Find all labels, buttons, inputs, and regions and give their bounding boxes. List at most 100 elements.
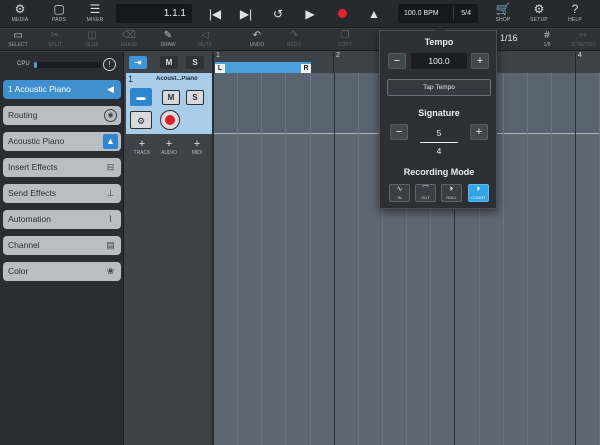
plus-icon: + — [165, 138, 173, 150]
cpu-bar — [34, 62, 102, 68]
mute-tool[interactable]: ◁ MUTE — [188, 30, 222, 50]
signature-increase-button[interactable]: + — [470, 124, 488, 140]
add-track-button[interactable]: + TRACK — [128, 138, 156, 158]
grid-button[interactable]: # 1/8 — [530, 30, 564, 50]
loop-right-locator[interactable]: R — [301, 64, 311, 73]
erase-icon: ⌫ — [121, 30, 137, 41]
redo-button[interactable]: ↷ REDO — [277, 30, 311, 50]
mode-in-button[interactable]: ∿ IN — [389, 184, 410, 202]
track-solo-button[interactable]: S — [186, 90, 204, 105]
tempo-increase-button[interactable]: + — [471, 53, 489, 69]
instrument-button[interactable]: ▬ — [130, 88, 152, 106]
record-arm-button[interactable] — [160, 110, 180, 130]
copy-icon: ❐ — [340, 30, 350, 41]
bar-line — [213, 73, 214, 445]
help-button[interactable]: ? HELP — [560, 2, 590, 26]
collapse-icon: ◀ — [107, 84, 114, 94]
split-tool[interactable]: ✂ SPLIT — [38, 30, 72, 50]
inspector-routing[interactable]: Routing ◉ — [3, 106, 121, 125]
track-number: 1 — [128, 74, 134, 84]
glue-tool[interactable]: ◫ GLUE — [75, 30, 109, 50]
automation-label: Automation — [8, 214, 51, 224]
beat-line — [237, 73, 238, 445]
track-list: ⇥ M S 1 Acoust...Piano ▬ M S ⚙ + TRACK +… — [124, 52, 213, 445]
plus-icon: + — [138, 138, 146, 150]
quantize-value[interactable]: 1/16 — [500, 33, 518, 43]
signature-decrease-button[interactable]: − — [390, 124, 408, 140]
ruler-bar-4: 4 — [578, 52, 582, 59]
copy-button[interactable]: ❐ COPY — [328, 30, 362, 50]
go-to-start-button[interactable]: |◀ — [205, 5, 225, 23]
instrument-edit-icon[interactable]: ▲ — [103, 134, 118, 149]
ruler-tick — [333, 52, 334, 73]
play-icon: ▶ — [305, 7, 315, 21]
stretch-button[interactable]: ⇿ STRETCH — [566, 30, 600, 50]
plus-icon: + — [193, 138, 201, 150]
shop-button[interactable]: 🛒 SHOP — [488, 2, 518, 26]
metronome-button[interactable]: ▲ — [364, 5, 384, 23]
info-icon[interactable]: ! — [103, 58, 116, 71]
popup-arrow — [434, 25, 446, 31]
redo-icon: ↷ — [289, 30, 299, 41]
track-header[interactable]: 1 Acoust...Piano ▬ M S ⚙ — [126, 73, 212, 134]
cpu-bar-fill — [34, 62, 38, 68]
mode-out-button[interactable]: ⌒ OUT — [415, 184, 436, 202]
erase-tool[interactable]: ⌫ ERASE — [112, 30, 146, 50]
inspector-channel[interactable]: Channel ▤ — [3, 236, 121, 255]
global-mute-button[interactable]: M — [160, 56, 178, 69]
tap-tempo-button[interactable]: Tap Tempo — [387, 79, 491, 96]
pencil-icon: ✎ — [163, 30, 173, 41]
ruler-tick — [213, 52, 214, 73]
global-solo-button[interactable]: S — [186, 56, 204, 69]
send-effects-label: Send Effects — [8, 188, 57, 198]
inspector-send-effects[interactable]: Send Effects ⊥ — [3, 184, 121, 203]
help-icon: ? — [571, 2, 579, 16]
media-icon: ⚙ — [14, 2, 26, 16]
media-button[interactable]: ⚙ MEDIA — [5, 2, 35, 26]
app-window: ⚙ MEDIA ▢ PADS ☰ MIXER 1.1.1 |◀ ▶| ↺ ▶ ▲… — [0, 0, 600, 445]
mode-roll-button[interactable]: ⏵ ROLL — [441, 184, 462, 202]
ruler-bar-1: 1 — [216, 52, 220, 59]
signature-divider — [420, 142, 458, 143]
tempo-value-field[interactable]: 100.0 — [411, 53, 467, 69]
beat-line — [551, 73, 552, 445]
beat-line — [358, 73, 359, 445]
track-name-label: 1 Acoustic Piano — [8, 84, 71, 94]
tempo-decrease-button[interactable]: − — [388, 53, 406, 69]
cycle-icon: ↺ — [272, 7, 284, 21]
add-audio-button[interactable]: + AUDIO — [155, 138, 183, 158]
inspector-color[interactable]: Color ❀ — [3, 262, 121, 281]
cycle-button[interactable]: ↺ — [268, 5, 288, 23]
inspector-automation[interactable]: Automation ⌇ — [3, 210, 121, 229]
track-mute-button[interactable]: M — [162, 90, 180, 105]
tempo-value: 100.0 BPM — [404, 10, 439, 17]
position-display[interactable]: 1.1.1 — [116, 4, 192, 23]
mode-count-button[interactable]: ⏵ COUNT — [468, 184, 489, 202]
insert-effects-icon: ⊟ — [106, 162, 115, 172]
beat-line — [261, 73, 262, 445]
loop-range[interactable] — [215, 62, 311, 73]
signature-numerator[interactable]: 5 — [410, 128, 468, 138]
cart-icon: 🛒 — [495, 2, 511, 16]
inspector-track-name[interactable]: 1 Acoustic Piano ◀ — [3, 80, 121, 99]
signature-denominator[interactable]: 4 — [410, 146, 468, 156]
draw-tool[interactable]: ✎ DRAW — [151, 30, 185, 50]
tempo-display[interactable]: 100.0 BPM 5/4 — [398, 4, 478, 23]
pads-button[interactable]: ▢ PADS — [44, 2, 74, 26]
beat-line — [310, 73, 311, 445]
undo-button[interactable]: ↶ UNDO — [240, 30, 274, 50]
play-button[interactable]: ▶ — [300, 5, 320, 23]
go-to-end-button[interactable]: ▶| — [236, 5, 256, 23]
glue-icon: ◫ — [87, 30, 97, 41]
select-tool[interactable]: ▭ SELECT — [1, 30, 35, 50]
loop-left-locator[interactable]: L — [215, 64, 225, 73]
add-midi-button[interactable]: + MIDI — [183, 138, 211, 158]
inspector-instrument[interactable]: Acoustic Piano ▲ — [3, 132, 121, 151]
setup-button[interactable]: ⚙ SETUP — [524, 2, 554, 26]
roll-icon: ⏵ — [449, 186, 454, 193]
mixer-button[interactable]: ☰ MIXER — [80, 2, 110, 26]
inspector-insert-effects[interactable]: Insert Effects ⊟ — [3, 158, 121, 177]
record-button[interactable] — [338, 9, 347, 18]
track-settings-button[interactable]: ⚙ — [130, 111, 152, 129]
track-visibility-button[interactable]: ⇥ — [129, 56, 147, 69]
